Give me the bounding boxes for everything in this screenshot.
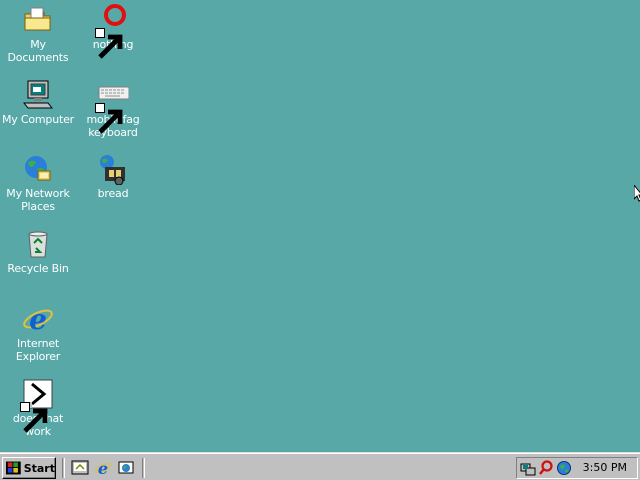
red-ring-icon bbox=[95, 4, 129, 59]
taskbar[interactable]: Start e 3:50 PM bbox=[0, 452, 640, 480]
computer-icon bbox=[22, 79, 54, 111]
desktop-icon-mobilefag-keyboard[interactable]: mobilefag keyboard bbox=[75, 79, 151, 139]
film-globe-icon bbox=[97, 153, 129, 185]
magnifier-tray-icon[interactable] bbox=[538, 460, 554, 476]
desktop-icon-label: bread bbox=[97, 187, 129, 200]
taskbar-clock[interactable]: 3:50 PM bbox=[583, 461, 627, 474]
internet-explorer-icon[interactable]: e bbox=[94, 459, 112, 477]
desktop-icon-internet-explorer[interactable]: e Internet Explorer bbox=[0, 303, 76, 363]
network-tray-icon[interactable] bbox=[520, 460, 536, 476]
svg-text:e: e bbox=[98, 459, 108, 477]
shortcut-arrow-icon bbox=[95, 28, 123, 59]
show-desktop-icon[interactable] bbox=[71, 459, 89, 477]
recycle-bin-icon bbox=[22, 228, 54, 260]
svg-text:e: e bbox=[29, 303, 47, 335]
channels-icon[interactable] bbox=[117, 459, 135, 477]
desktop[interactable]: My Documents My Computer My Network Plac bbox=[0, 0, 640, 452]
desktop-icon-label: My Documents bbox=[7, 38, 69, 64]
system-tray: 3:50 PM bbox=[516, 457, 638, 479]
taskbar-separator bbox=[142, 458, 145, 478]
desktop-icon-my-documents[interactable]: My Documents bbox=[0, 4, 76, 64]
desktop-icon-bread[interactable]: bread bbox=[75, 153, 151, 200]
desktop-icon-label: Internet Explorer bbox=[15, 337, 61, 363]
shortcut-arrow-icon bbox=[20, 402, 48, 433]
folder-documents-icon bbox=[22, 4, 54, 36]
desktop-icon-recycle-bin[interactable]: Recycle Bin bbox=[0, 228, 76, 275]
shortcut-arrow-icon bbox=[95, 103, 123, 134]
start-button[interactable]: Start bbox=[2, 457, 56, 479]
start-label: Start bbox=[23, 461, 55, 475]
desktop-icon-label: My Network Places bbox=[6, 187, 70, 213]
desktop-icon-my-computer[interactable]: My Computer bbox=[0, 79, 76, 126]
windows-flag-icon bbox=[6, 461, 21, 475]
mouse-pointer-icon bbox=[633, 183, 640, 203]
keyboard-icon bbox=[95, 79, 129, 134]
globe-tray-icon[interactable] bbox=[556, 460, 572, 476]
arrow-app-icon bbox=[20, 378, 54, 433]
internet-explorer-icon: e bbox=[22, 303, 54, 335]
desktop-icon-does-that-work[interactable]: does that work bbox=[0, 378, 76, 438]
desktop-icon-my-network-places[interactable]: My Network Places bbox=[0, 153, 76, 213]
desktop-icon-nothing[interactable]: nothing bbox=[75, 4, 151, 59]
taskbar-separator bbox=[62, 458, 65, 478]
desktop-icon-label: My Computer bbox=[2, 113, 74, 126]
network-places-icon bbox=[22, 153, 54, 185]
desktop-icon-label: Recycle Bin bbox=[7, 262, 69, 275]
